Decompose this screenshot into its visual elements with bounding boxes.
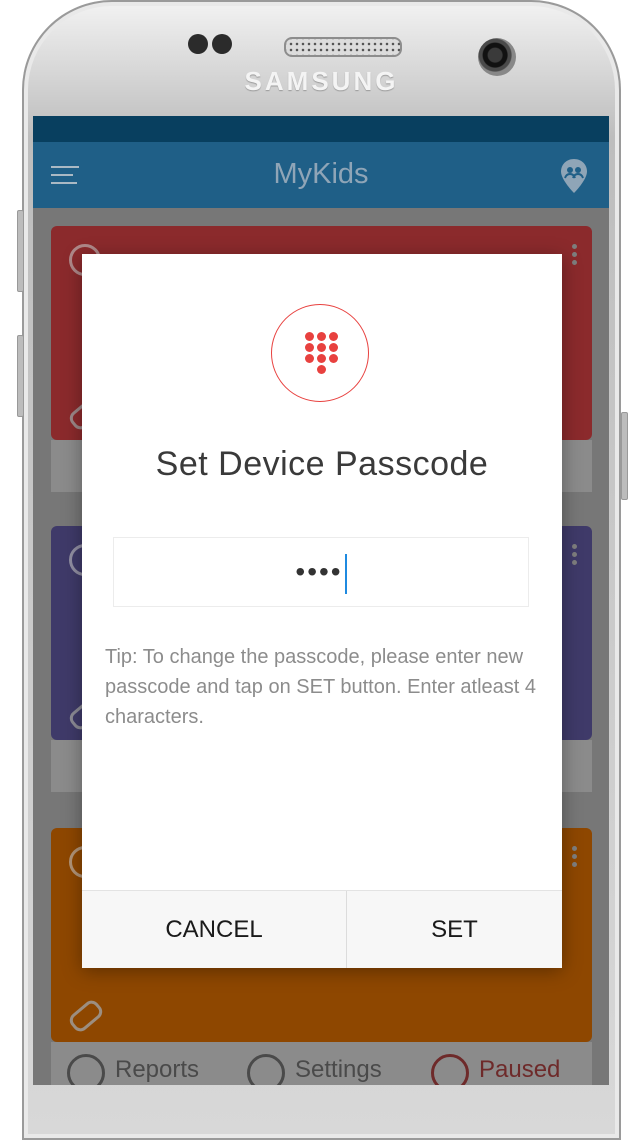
- link-icon: [66, 997, 106, 1035]
- family-locate-icon[interactable]: [559, 158, 589, 194]
- paused-tab[interactable]: Paused: [479, 1056, 560, 1084]
- reports-icon: [67, 1054, 105, 1085]
- power-button: [621, 412, 628, 500]
- settings-tab[interactable]: Settings: [295, 1056, 382, 1084]
- status-bar: [33, 116, 609, 142]
- device-brand: SAMSUNG: [244, 66, 399, 96]
- volume-button-up: [17, 210, 24, 292]
- dialog-actions: CANCEL SET: [82, 890, 562, 968]
- more-options-icon[interactable]: [572, 846, 578, 870]
- cancel-button[interactable]: CANCEL: [82, 891, 346, 968]
- set-passcode-dialog: Set Device Passcode •••• Tip: To change …: [82, 254, 562, 968]
- volume-button-down: [17, 335, 24, 417]
- more-options-icon[interactable]: [572, 244, 578, 268]
- pause-icon: [431, 1054, 469, 1085]
- more-options-icon[interactable]: [572, 544, 578, 568]
- reports-tab[interactable]: Reports: [115, 1056, 199, 1084]
- set-button[interactable]: SET: [347, 891, 562, 968]
- passcode-input[interactable]: ••••: [113, 537, 529, 607]
- sensor-dot: [188, 34, 208, 54]
- text-caret: [344, 553, 347, 594]
- passcode-tip: Tip: To change the passcode, please ente…: [105, 646, 537, 728]
- dialog-title: Set Device Passcode: [155, 445, 489, 483]
- app-title: MyKids: [273, 158, 369, 190]
- settings-icon: [247, 1054, 285, 1085]
- earpiece-speaker: [284, 37, 402, 57]
- app-bar: MyKids: [33, 142, 609, 208]
- sensor-dot: [212, 34, 232, 54]
- keypad-icon: [271, 304, 369, 402]
- card-action-bar: Reports Settings Paused: [51, 1042, 592, 1085]
- passcode-value: ••••: [295, 556, 343, 587]
